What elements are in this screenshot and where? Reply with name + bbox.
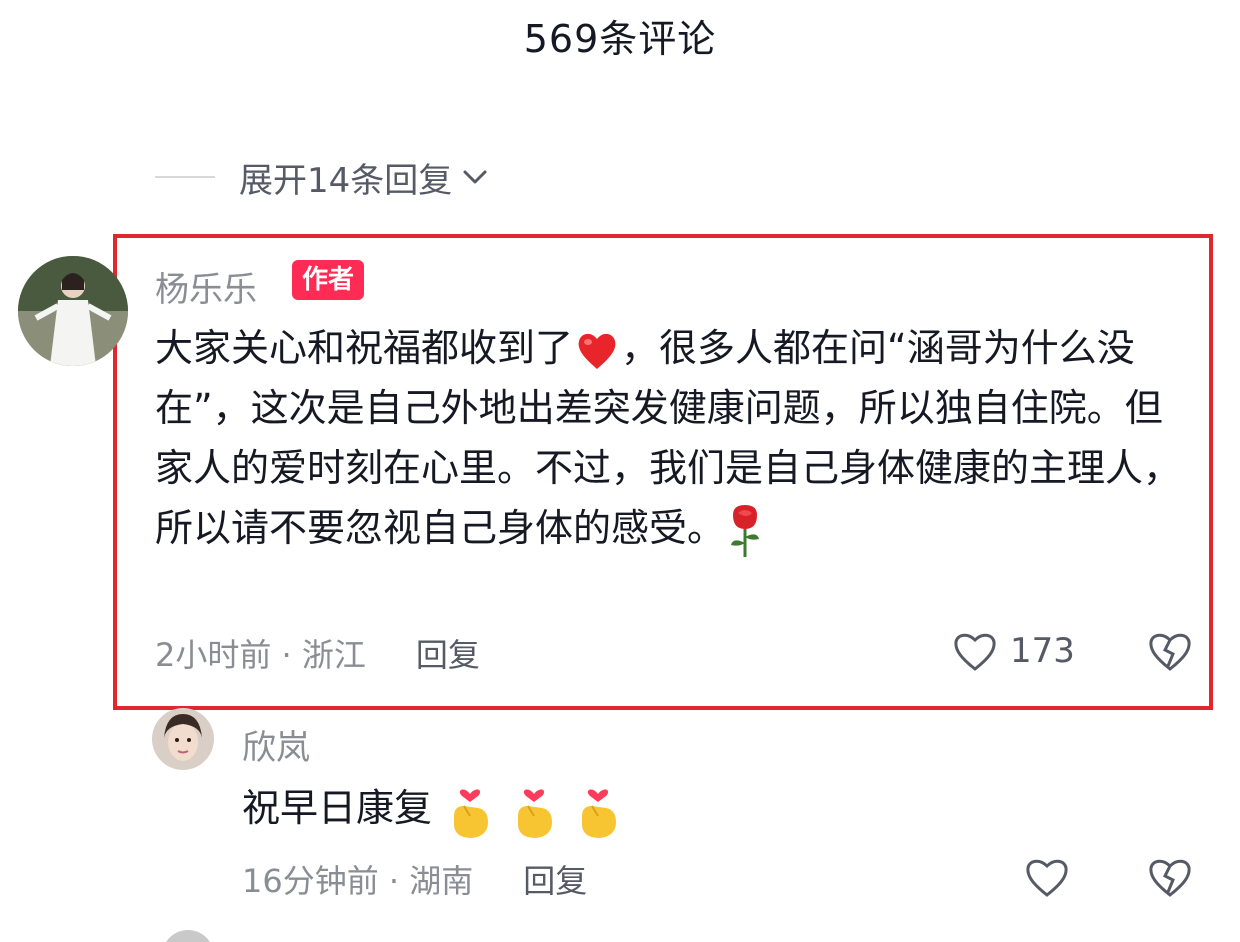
username[interactable]: 欣岚 [242,720,310,769]
finger-heart-icon [518,789,553,838]
time-location: 2小时前 · 浙江 [155,636,366,674]
expand-replies-label: 展开14条回复 [239,160,453,201]
avatar[interactable] [152,708,214,770]
author-badge: 作者 [292,260,365,300]
username[interactable]: 杨乐乐 [155,262,257,311]
comment-text: 大家关心和祝福都收到了 ，很多人都在问“涵哥为什么没在”，这次是自己外地出差突发健… [155,318,1200,559]
broken-heart-icon[interactable] [1145,852,1195,902]
comment-meta: 16分钟前 · 湖南 回复 [242,856,587,902]
rose-icon [731,504,760,557]
comments-count-title: 569条评论 [523,17,717,61]
time-location: 16分钟前 · 湖南 [242,862,474,900]
chevron-down-icon [463,170,487,184]
heart-outline-icon [954,633,996,671]
like-count: 173 [1010,631,1075,671]
like-button[interactable] [1022,852,1072,902]
finger-heart-icon [582,789,617,838]
comment-text: 祝早日康复 [242,778,624,842]
like-button[interactable]: 173 [950,626,1075,676]
avatar[interactable] [162,930,214,942]
comment-meta: 2小时前 · 浙江 回复 [155,630,480,676]
heart-outline-icon [1026,859,1068,897]
broken-heart-icon[interactable] [1145,626,1195,676]
divider [155,176,215,178]
finger-heart-icon [454,789,489,838]
reply-button[interactable]: 回复 [416,630,480,676]
red-heart-icon [578,333,616,369]
reply-button[interactable]: 回复 [523,856,587,902]
avatar[interactable] [18,256,128,366]
expand-replies-button[interactable]: 展开14条回复 [155,152,490,202]
